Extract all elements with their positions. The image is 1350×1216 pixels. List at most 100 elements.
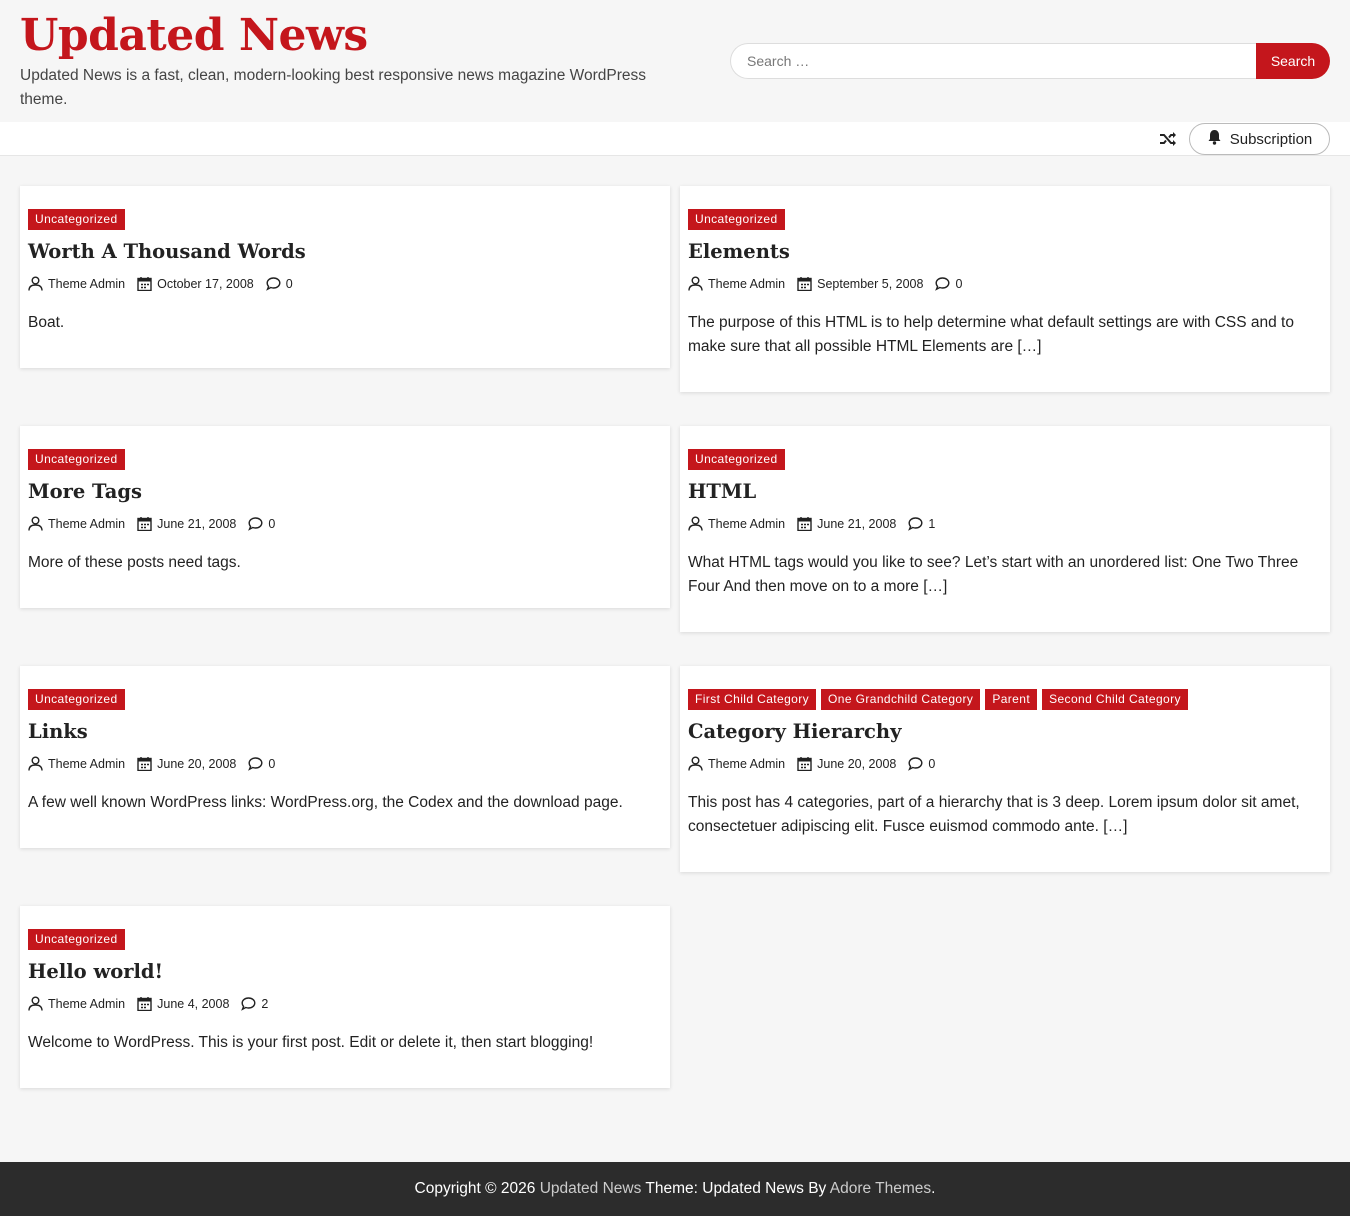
category-badge[interactable]: First Child Category (688, 689, 817, 710)
post-meta: Theme Admin June 4, 2008 2 (28, 996, 280, 1011)
post-author[interactable]: Theme Admin (688, 276, 785, 291)
author-name: Theme Admin (708, 756, 786, 771)
date-text: June 20, 2008 (157, 756, 237, 771)
comment-icon (908, 757, 923, 771)
author-name: Theme Admin (48, 996, 126, 1011)
post-meta: Theme Admin June 20, 2008 0 (28, 756, 287, 771)
post-date[interactable]: June 21, 2008 (137, 516, 236, 531)
category-badge[interactable]: Uncategorized (28, 929, 125, 950)
post-comments[interactable]: 0 (248, 516, 275, 531)
category-badge[interactable]: Parent (985, 689, 1038, 710)
category-list: Uncategorized (28, 449, 125, 470)
post-comments[interactable]: 1 (908, 516, 935, 531)
calendar-icon (137, 277, 152, 291)
comment-count: 0 (955, 276, 963, 291)
site-description: Updated News is a fast, clean, modern-lo… (20, 67, 647, 108)
calendar-icon (137, 757, 152, 771)
post-card: Uncategorized Worth A Thousand Words The… (20, 186, 670, 368)
category-badge[interactable]: Uncategorized (688, 209, 785, 230)
search-input[interactable] (730, 43, 1256, 79)
category-list: First Child Category One Grandchild Cate… (688, 689, 1188, 710)
comment-count: 1 (928, 516, 936, 531)
subscription-button[interactable]: Subscription (1189, 123, 1330, 155)
post-author[interactable]: Theme Admin (28, 756, 125, 771)
post-author[interactable]: Theme Admin (688, 756, 785, 771)
calendar-icon (797, 757, 812, 771)
comment-icon (241, 997, 256, 1011)
shuffle-icon[interactable] (1158, 130, 1178, 148)
category-badge[interactable]: Second Child Category (1042, 689, 1188, 710)
post-date[interactable]: June 20, 2008 (137, 756, 236, 771)
post-meta: Theme Admin June 21, 2008 0 (28, 516, 287, 531)
date-text: June 20, 2008 (817, 756, 897, 771)
post-excerpt: Boat. (28, 314, 65, 331)
post-meta: Theme Admin September 5, 2008 0 (688, 276, 974, 291)
category-list: Uncategorized (688, 209, 785, 230)
comment-count: 0 (268, 756, 276, 771)
calendar-icon (137, 517, 152, 531)
author-name: Theme Admin (48, 756, 126, 771)
post-excerpt: This post has 4 categories, part of a hi… (688, 794, 1300, 835)
post-author[interactable]: Theme Admin (28, 276, 125, 291)
post-title[interactable]: Elements (688, 240, 790, 263)
calendar-icon (797, 517, 812, 531)
post-date[interactable]: June 20, 2008 (797, 756, 896, 771)
nav-bar: Subscription (0, 122, 1350, 156)
post-excerpt: A few well known WordPress links: WordPr… (28, 794, 623, 811)
post-card: First Child Category One Grandchild Cate… (680, 666, 1330, 872)
post-excerpt: The purpose of this HTML is to help dete… (688, 314, 1294, 355)
subscription-label: Subscription (1229, 130, 1313, 148)
post-card: Uncategorized HTML Theme Admin June 21, … (680, 426, 1330, 632)
post-meta: Theme Admin October 17, 2008 0 (28, 276, 305, 291)
post-title[interactable]: Worth A Thousand Words (28, 240, 306, 263)
post-author[interactable]: Theme Admin (28, 516, 125, 531)
post-comments[interactable]: 0 (265, 276, 293, 291)
post-title[interactable]: HTML (688, 480, 756, 503)
theme-credit-text: Theme: Updated News By (645, 1180, 827, 1197)
post-excerpt: What HTML tags would you like to see? Le… (688, 554, 1299, 595)
post-comments[interactable]: 0 (935, 276, 962, 291)
category-badge[interactable]: One Grandchild Category (821, 689, 981, 710)
category-badge[interactable]: Uncategorized (688, 449, 785, 470)
footer-site-link[interactable]: Updated News (540, 1180, 642, 1197)
post-author[interactable]: Theme Admin (28, 996, 125, 1011)
post-title[interactable]: Links (28, 720, 88, 743)
post-comments[interactable]: 2 (241, 996, 268, 1011)
date-text: June 21, 2008 (157, 516, 237, 531)
search-button[interactable]: Search (1256, 43, 1330, 79)
author-name: Theme Admin (48, 516, 126, 531)
comment-count: 2 (261, 996, 269, 1011)
post-card: Uncategorized Hello world! Theme Admin J… (20, 906, 670, 1088)
post-title[interactable]: More Tags (28, 480, 142, 503)
footer-author-link[interactable]: Adore Themes (830, 1180, 931, 1197)
post-title[interactable]: Hello world! (28, 960, 163, 983)
author-name: Theme Admin (708, 516, 786, 531)
user-icon (28, 516, 43, 531)
user-icon (28, 276, 43, 291)
comment-icon (248, 517, 263, 531)
site-title[interactable]: Updated News (20, 10, 680, 62)
category-badge[interactable]: Uncategorized (28, 209, 125, 230)
comment-icon (908, 517, 923, 531)
post-card: Uncategorized Links Theme Admin June 20,… (20, 666, 670, 848)
footer-suffix: . (931, 1180, 936, 1197)
category-badge[interactable]: Uncategorized (28, 689, 125, 710)
user-icon (688, 756, 703, 771)
branding: Updated News Updated News is a fast, cle… (20, 10, 680, 112)
post-date[interactable]: June 4, 2008 (137, 996, 229, 1011)
calendar-icon (137, 997, 152, 1011)
comment-count: 0 (268, 516, 276, 531)
category-list: Uncategorized (28, 689, 125, 710)
user-icon (688, 276, 703, 291)
date-text: June 4, 2008 (157, 996, 230, 1011)
post-date[interactable]: October 17, 2008 (137, 276, 254, 291)
post-date[interactable]: September 5, 2008 (797, 276, 923, 291)
category-badge[interactable]: Uncategorized (28, 449, 125, 470)
post-title[interactable]: Category Hierarchy (688, 720, 901, 743)
post-author[interactable]: Theme Admin (688, 516, 785, 531)
post-comments[interactable]: 0 (908, 756, 935, 771)
category-list: Uncategorized (28, 209, 125, 230)
date-text: October 17, 2008 (157, 276, 254, 291)
post-date[interactable]: June 21, 2008 (797, 516, 896, 531)
post-comments[interactable]: 0 (248, 756, 275, 771)
